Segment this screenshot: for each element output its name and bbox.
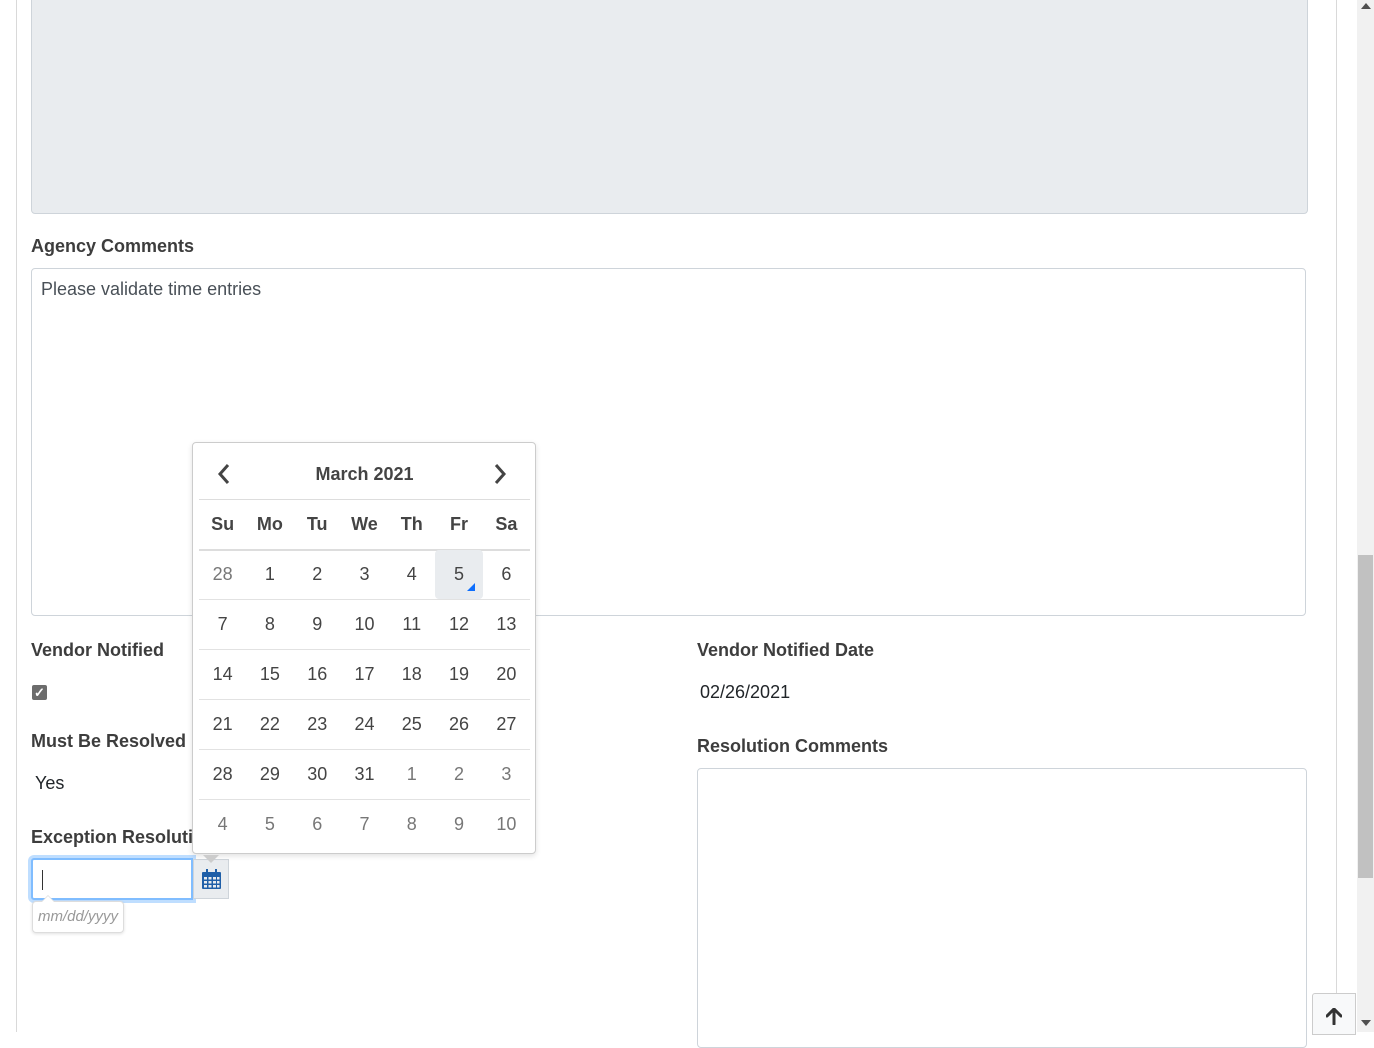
datepicker-week-row: 28 29 30 31 1 2 3 bbox=[199, 750, 530, 800]
datepicker-header: March 2021 bbox=[199, 449, 530, 500]
datepicker-day[interactable]: 7 bbox=[341, 800, 388, 849]
vendor-notified-date-value: 02/26/2021 bbox=[700, 682, 791, 702]
calendar-button[interactable] bbox=[193, 859, 229, 899]
datepicker-day[interactable]: 9 bbox=[294, 600, 341, 649]
datepicker-day[interactable]: 17 bbox=[341, 650, 388, 699]
agency-comments-text: Please validate time entries bbox=[41, 279, 262, 299]
datepicker-day[interactable]: 18 bbox=[388, 650, 435, 699]
weekday-label: Th bbox=[400, 514, 423, 534]
datepicker-day[interactable]: 28 bbox=[199, 750, 246, 799]
datepicker-day[interactable]: 8 bbox=[246, 600, 293, 649]
datepicker-title[interactable]: March 2021 bbox=[199, 464, 530, 485]
datepicker-weekdays: Su Mo Tu We Th Fr Sa bbox=[199, 499, 530, 551]
datepicker-day[interactable]: 28 bbox=[199, 550, 246, 599]
datepicker-day[interactable]: 21 bbox=[199, 700, 246, 749]
vendor-notified-date-label: Vendor Notified Date bbox=[697, 640, 875, 660]
datepicker-day[interactable]: 2 bbox=[294, 550, 341, 599]
datepicker-day[interactable]: 4 bbox=[199, 800, 246, 849]
datepicker-day[interactable]: 13 bbox=[483, 600, 530, 649]
datepicker-day[interactable]: 26 bbox=[435, 700, 482, 749]
weekday-label: Sa bbox=[495, 514, 518, 534]
datepicker-day[interactable]: 4 bbox=[388, 550, 435, 599]
scroll-up-arrow[interactable] bbox=[1361, 3, 1371, 9]
datepicker-week-row: 4 5 6 7 8 9 10 bbox=[199, 800, 530, 849]
must-be-resolved-value: Yes bbox=[35, 773, 65, 793]
datepicker-week-row: 7 8 9 10 11 12 13 bbox=[199, 600, 530, 650]
datepicker-days: 28 1 2 3 4 5 6 7 8 9 10 11 12 13 14 15 16 17 18 19 20 21 22 23 2… bbox=[199, 550, 530, 849]
datepicker-day[interactable]: 23 bbox=[294, 700, 341, 749]
chevron-right-icon bbox=[494, 464, 507, 484]
date-format-tooltip: mm/dd/yyyy bbox=[32, 895, 125, 933]
datepicker-next-button[interactable] bbox=[485, 461, 515, 487]
datepicker-day[interactable]: 27 bbox=[483, 700, 530, 749]
datepicker-day[interactable]: 20 bbox=[483, 650, 530, 699]
datepicker-day[interactable]: 1 bbox=[246, 550, 293, 599]
datepicker-day[interactable]: 6 bbox=[294, 800, 341, 849]
readonly-textarea bbox=[31, 0, 1308, 214]
text-caret bbox=[42, 870, 43, 890]
resolution-comments-label: Resolution Comments bbox=[697, 736, 889, 756]
datepicker-day[interactable]: 29 bbox=[246, 750, 293, 799]
back-to-top-button[interactable] bbox=[1312, 993, 1356, 1035]
datepicker-day[interactable]: 7 bbox=[199, 600, 246, 649]
datepicker-day[interactable]: 5 bbox=[246, 800, 293, 849]
datepicker-popup: March 2021 Su Mo Tu We Th Fr Sa 28 1 2 3 4 5 6… bbox=[192, 442, 536, 863]
datepicker-week-row: 21 22 23 24 25 26 27 bbox=[199, 700, 530, 750]
calendar-icon bbox=[202, 869, 221, 889]
datepicker-day[interactable]: 1 bbox=[388, 750, 435, 799]
weekday-label: Tu bbox=[306, 514, 328, 534]
datepicker-day[interactable]: 3 bbox=[483, 750, 530, 799]
datepicker-day[interactable]: 19 bbox=[435, 650, 482, 699]
datepicker-day[interactable]: 16 bbox=[294, 650, 341, 699]
datepicker-day[interactable]: 6 bbox=[483, 550, 530, 599]
datepicker-day[interactable]: 11 bbox=[388, 600, 435, 649]
datepicker-day[interactable]: 3 bbox=[341, 550, 388, 599]
scrollbar-thumb[interactable] bbox=[1358, 555, 1373, 878]
page-right-border bbox=[1336, 0, 1337, 1032]
datepicker-day[interactable]: 2 bbox=[435, 750, 482, 799]
datepicker-day[interactable]: 9 bbox=[435, 800, 482, 849]
vendor-notified-label: Vendor Notified bbox=[31, 640, 165, 660]
exception-resolution-date-input[interactable] bbox=[31, 858, 193, 900]
datepicker-day[interactable]: 8 bbox=[388, 800, 435, 849]
must-be-resolved-label: Must Be Resolved bbox=[31, 731, 187, 751]
datepicker-day[interactable]: 31 bbox=[341, 750, 388, 799]
vendor-notified-checkbox[interactable]: ✓ bbox=[32, 685, 47, 700]
weekday-label: Mo bbox=[256, 514, 283, 534]
resolution-comments-textarea[interactable] bbox=[697, 768, 1307, 1048]
weekday-label: Fr bbox=[450, 514, 469, 534]
datepicker-day-today[interactable]: 5 bbox=[435, 550, 483, 599]
datepicker-day[interactable]: 10 bbox=[483, 800, 530, 849]
datepicker-day[interactable]: 14 bbox=[199, 650, 246, 699]
scroll-down-arrow[interactable] bbox=[1361, 1020, 1371, 1026]
agency-comments-label: Agency Comments bbox=[31, 236, 195, 256]
arrow-up-icon bbox=[1326, 1008, 1342, 1025]
datepicker-week-row: 14 15 16 17 18 19 20 bbox=[199, 650, 530, 700]
page-left-border bbox=[16, 0, 17, 1032]
datepicker-day[interactable]: 15 bbox=[246, 650, 293, 699]
datepicker-day[interactable]: 30 bbox=[294, 750, 341, 799]
datepicker-day[interactable]: 12 bbox=[435, 600, 482, 649]
weekday-label: Su bbox=[211, 514, 235, 534]
datepicker-day[interactable]: 10 bbox=[341, 600, 388, 649]
weekday-label: We bbox=[351, 514, 378, 534]
datepicker-day[interactable]: 24 bbox=[341, 700, 388, 749]
datepicker-week-row: 28 1 2 3 4 5 6 bbox=[199, 550, 530, 600]
datepicker-day[interactable]: 22 bbox=[246, 700, 293, 749]
datepicker-day[interactable]: 25 bbox=[388, 700, 435, 749]
